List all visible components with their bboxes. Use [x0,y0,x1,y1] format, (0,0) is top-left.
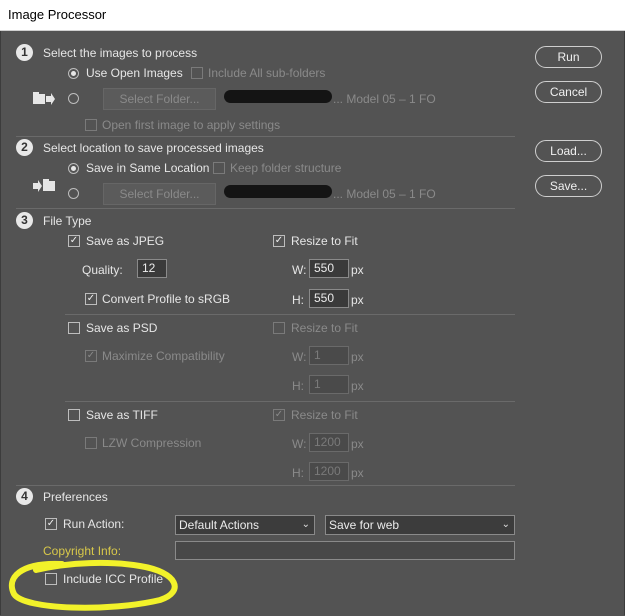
highlight-circle-annotation [8,559,178,611]
save-as-jpeg-label: Save as JPEG [86,234,165,248]
psd-resize-label: Resize to Fit [291,321,358,335]
include-subfolders-label: Include All sub-folders [208,66,326,80]
psd-h-unit: px [351,379,364,393]
divider [16,208,515,209]
jpeg-w-unit: px [351,263,364,277]
jpeg-w-label: W: [292,263,307,277]
chevron-down-icon: ⌄ [501,519,510,530]
select-folder-destination-radio[interactable] [68,188,79,199]
action-value: Save for web [329,518,400,532]
load-button[interactable]: Load... [535,140,602,162]
save-settings-button[interactable]: Save... [535,175,602,197]
use-open-images-label: Use Open Images [86,66,183,80]
tiff-w-unit: px [351,437,364,451]
tiff-width-input[interactable]: 1200 [309,433,349,452]
copyright-info-input[interactable] [175,541,515,560]
select-destination-folder-button[interactable]: Select Folder... [103,183,216,205]
quality-label: Quality: [82,263,123,277]
select-source-folder-button[interactable]: Select Folder... [103,88,216,110]
psd-h-label: H: [292,379,304,393]
save-as-tiff-label: Save as TIFF [86,408,158,422]
divider [16,485,515,486]
window-title: Image Processor [8,7,107,22]
source-path-label: ... Model 05 – 1 FO [333,92,436,106]
save-same-location-label: Save in Same Location [86,161,210,175]
divider [16,136,515,137]
tiff-h-unit: px [351,466,364,480]
psd-w-label: W: [292,350,307,364]
chevron-down-icon: ⌄ [301,519,310,530]
jpeg-width-input[interactable]: 550 [309,259,349,278]
action-set-dropdown[interactable]: Default Actions ⌄ [175,515,315,535]
open-first-image-label: Open first image to apply settings [102,118,281,132]
save-as-tiff-checkbox[interactable] [68,409,80,421]
tiff-w-label: W: [292,437,307,451]
cancel-button[interactable]: Cancel [535,81,602,103]
section3-heading: File Type [43,214,92,228]
keep-folder-structure-checkbox[interactable] [213,162,225,174]
maximize-compatibility-checkbox[interactable]: ✓ [85,350,97,362]
quality-input[interactable]: 12 [137,259,167,278]
run-action-label: Run Action: [63,517,125,531]
divider [65,401,515,402]
convert-profile-checkbox[interactable]: ✓ [85,293,97,305]
jpeg-resize-checkbox[interactable]: ✓ [273,235,285,247]
tiff-resize-checkbox[interactable]: ✓ [273,409,285,421]
jpeg-h-unit: px [351,293,364,307]
use-open-images-radio[interactable] [68,68,79,79]
action-dropdown[interactable]: Save for web ⌄ [325,515,515,535]
run-action-checkbox[interactable]: ✓ [45,518,57,530]
redacted-path [224,90,332,103]
psd-w-unit: px [351,350,364,364]
jpeg-h-label: H: [292,293,304,307]
section4-heading: Preferences [43,490,108,504]
open-first-image-checkbox[interactable] [85,119,97,131]
lzw-compression-checkbox[interactable] [85,437,97,449]
folder-output-icon [33,179,55,192]
folder-input-icon [33,92,55,105]
select-folder-source-radio[interactable] [68,93,79,104]
keep-folder-structure-label: Keep folder structure [230,161,342,175]
section2-heading: Select location to save processed images [43,141,264,155]
destination-path-label: ... Model 05 – 1 FO [333,187,436,201]
save-as-psd-checkbox[interactable] [68,322,80,334]
jpeg-resize-label: Resize to Fit [291,234,358,248]
tiff-resize-label: Resize to Fit [291,408,358,422]
step-4-badge: 4 [16,488,33,505]
section1-heading: Select the images to process [43,46,198,60]
psd-resize-checkbox[interactable] [273,322,285,334]
psd-width-input[interactable]: 1 [309,346,349,365]
save-as-jpeg-checkbox[interactable]: ✓ [68,235,80,247]
step-3-badge: 3 [16,212,33,229]
action-set-value: Default Actions [179,518,260,532]
step-1-badge: 1 [16,44,33,61]
run-button[interactable]: Run [535,46,602,68]
jpeg-height-input[interactable]: 550 [309,289,349,308]
lzw-compression-label: LZW Compression [102,436,202,450]
convert-profile-label: Convert Profile to sRGB [102,292,231,306]
tiff-height-input[interactable]: 1200 [309,462,349,481]
divider [65,314,515,315]
redacted-path [224,185,332,198]
psd-height-input[interactable]: 1 [309,375,349,394]
title-bar: Image Processor [0,0,625,31]
step-2-badge: 2 [16,139,33,156]
include-subfolders-checkbox[interactable] [191,67,203,79]
maximize-compatibility-label: Maximize Compatibility [102,349,225,363]
save-as-psd-label: Save as PSD [86,321,158,335]
save-same-location-radio[interactable] [68,163,79,174]
tiff-h-label: H: [292,466,304,480]
